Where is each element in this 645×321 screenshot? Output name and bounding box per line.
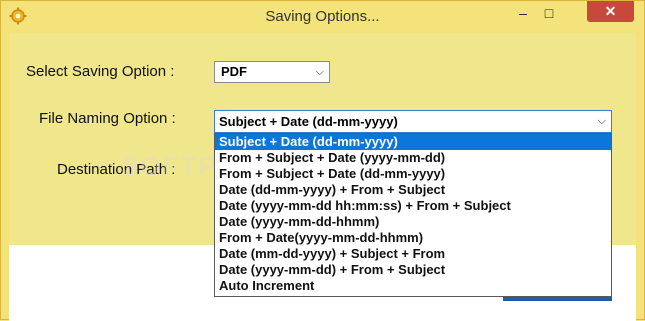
watermark: SOFTP [121, 151, 218, 181]
dropdown-option[interactable]: From + Date(yyyy-mm-dd-hhmm) [215, 230, 611, 246]
chevron-down-icon: ⌵ [597, 115, 606, 127]
close-button[interactable]: ✕ [587, 1, 634, 22]
dropdown-option[interactable]: Subject + Date (dd-mm-yyyy) [215, 134, 611, 150]
minimize-button[interactable]: – [510, 2, 536, 24]
dropdown-option[interactable]: From + Subject + Date (yyyy-mm-dd) [215, 150, 611, 166]
file-naming-dropdown-list: Subject + Date (dd-mm-yyyy) From + Subje… [214, 133, 612, 297]
maximize-button[interactable]: □ [536, 2, 562, 24]
hidden-button-edge[interactable] [503, 297, 612, 301]
dropdown-option[interactable]: Date (yyyy-mm-dd) + From + Subject [215, 262, 611, 278]
title-bar: Saving Options... – □ ✕ [1, 1, 644, 33]
file-naming-label: File Naming Option : [39, 110, 176, 127]
dropdown-option[interactable]: From + Subject + Date (dd-mm-yyyy) [215, 166, 611, 182]
saving-options-window: Saving Options... – □ ✕ Select Saving Op… [0, 0, 645, 321]
saving-option-label: Select Saving Option : [26, 63, 175, 80]
dropdown-option[interactable]: Date (dd-mm-yyyy) + From + Subject [215, 182, 611, 198]
saving-option-select[interactable]: PDF ⌵ [214, 61, 330, 83]
file-naming-select[interactable]: Subject + Date (dd-mm-yyyy) ⌵ [214, 110, 612, 133]
dropdown-option[interactable]: Date (yyyy-mm-dd-hhmm) [215, 214, 611, 230]
options-panel: Select Saving Option : PDF ⌵ File Naming… [9, 33, 636, 321]
saving-option-value: PDF [221, 64, 247, 79]
file-naming-value: Subject + Date (dd-mm-yyyy) [219, 114, 398, 129]
dropdown-option[interactable]: Date (yyyy-mm-dd hh:mm:ss) + From + Subj… [215, 198, 611, 214]
dropdown-option[interactable]: Auto Increment [215, 278, 611, 294]
dropdown-option[interactable]: Date (mm-dd-yyyy) + Subject + From [215, 246, 611, 262]
chevron-down-icon: ⌵ [315, 66, 324, 78]
